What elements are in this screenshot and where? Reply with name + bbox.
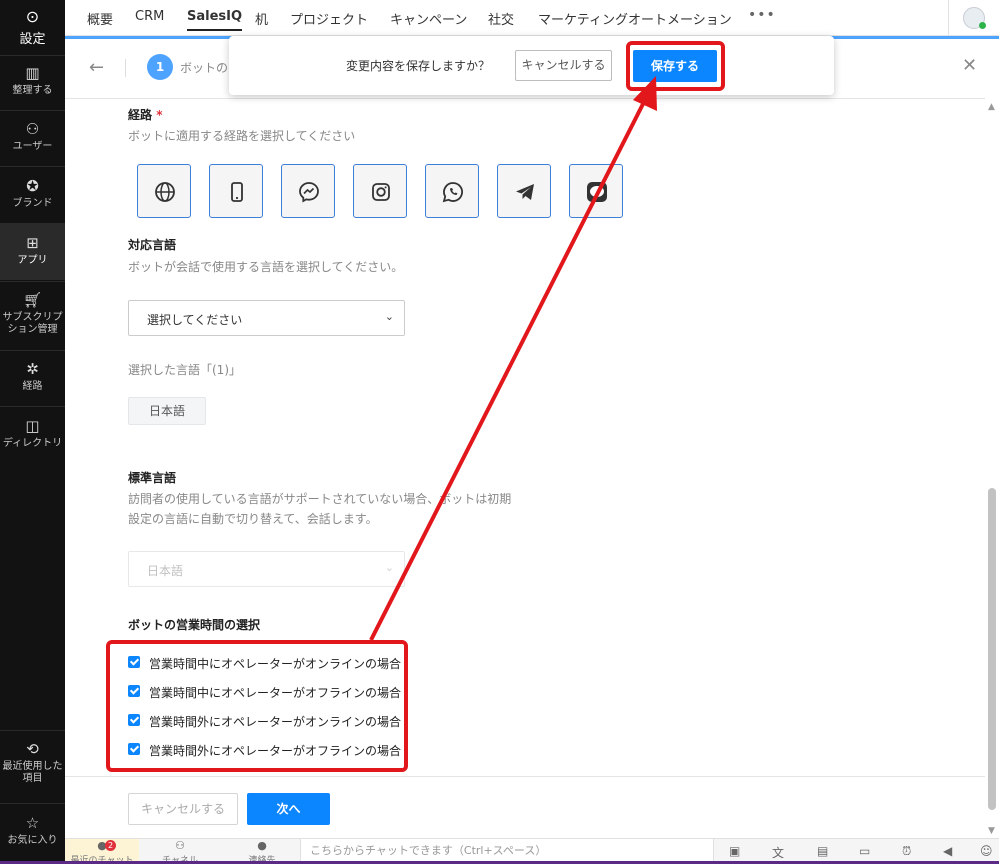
annotation-arrow [369, 76, 657, 641]
